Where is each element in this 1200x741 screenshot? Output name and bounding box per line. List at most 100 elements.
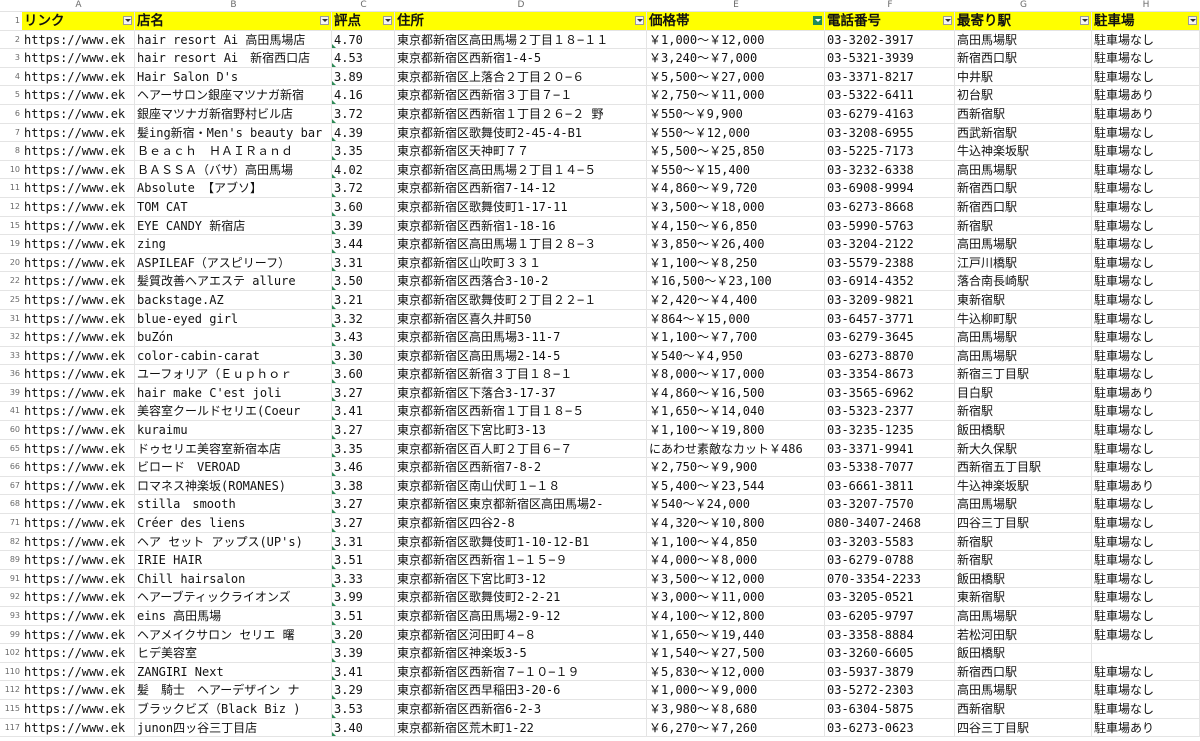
score-cell[interactable]: 4.70 <box>332 30 395 49</box>
station-cell[interactable]: 新宿駅 <box>955 551 1092 569</box>
row-number[interactable]: 31 <box>0 310 22 328</box>
link-cell[interactable]: https://www.ek <box>22 718 135 737</box>
parking-cell[interactable]: 駐車場なし <box>1092 681 1200 699</box>
score-cell[interactable]: 3.31 <box>332 253 395 272</box>
link-cell[interactable]: https://www.ek <box>22 160 135 179</box>
row-number[interactable]: 68 <box>0 495 22 513</box>
parking-cell[interactable]: 駐車場なし <box>1092 346 1200 365</box>
row-number[interactable]: 6 <box>0 105 22 123</box>
address-cell[interactable]: 東京都新宿区西新宿7-8-2 <box>395 458 647 476</box>
name-cell[interactable]: ヘアーブティックライオンズ <box>135 588 332 606</box>
column-header-a[interactable]: A <box>22 0 135 11</box>
station-cell[interactable]: 飯田橋駅 <box>955 421 1092 439</box>
address-cell[interactable]: 東京都新宿区上落合２丁目２０−６ <box>395 67 647 86</box>
phone-cell[interactable]: 03-3207-7570 <box>825 495 955 514</box>
phone-cell[interactable]: 03-3209-9821 <box>825 290 955 309</box>
station-cell[interactable]: 高田馬場駅 <box>955 328 1092 346</box>
score-cell[interactable]: 3.53 <box>332 699 395 718</box>
score-cell[interactable]: 3.41 <box>332 662 395 681</box>
row-number[interactable]: 8 <box>0 142 22 160</box>
link-cell[interactable]: https://www.ek <box>22 383 135 402</box>
price-cell[interactable]: ￥8,000～￥17,000 <box>647 365 825 383</box>
name-cell[interactable]: Absolute 【アブソ】 <box>135 179 332 197</box>
parking-cell[interactable]: 駐車場あり <box>1092 383 1200 402</box>
parking-cell[interactable]: 駐車場なし <box>1092 495 1200 514</box>
row-number[interactable]: 32 <box>0 328 22 346</box>
address-cell[interactable]: 東京都新宿区西新宿6-2-3 <box>395 699 647 718</box>
phone-cell[interactable]: 03-6304-5875 <box>825 699 955 718</box>
address-cell[interactable]: 東京都新宿区南山伏町１−１８ <box>395 476 647 495</box>
price-cell[interactable]: ￥4,860～￥16,500 <box>647 383 825 402</box>
address-cell[interactable]: 東京都新宿区下落合3-17-37 <box>395 383 647 402</box>
row-number[interactable]: 99 <box>0 626 22 644</box>
station-cell[interactable]: 牛込柳町駅 <box>955 309 1092 328</box>
address-cell[interactable]: 東京都新宿区歌舞伎町２丁目２２−１ <box>395 290 647 309</box>
address-cell[interactable]: 東京都新宿区西新宿３丁目７−１ <box>395 86 647 104</box>
name-cell[interactable]: blue-eyed girl <box>135 309 332 328</box>
score-cell[interactable]: 4.39 <box>332 123 395 142</box>
score-cell[interactable]: 3.40 <box>332 718 395 737</box>
phone-cell[interactable]: 03-6273-8668 <box>825 197 955 216</box>
name-cell[interactable]: zing <box>135 235 332 253</box>
station-cell[interactable]: 落合南長崎駅 <box>955 272 1092 290</box>
score-cell[interactable]: 3.44 <box>332 235 395 253</box>
link-cell[interactable]: https://www.ek <box>22 476 135 495</box>
row-number[interactable]: 92 <box>0 588 22 606</box>
filter-dropdown-icon[interactable] <box>635 16 644 25</box>
address-cell[interactable]: 東京都新宿区神楽坂3-5 <box>395 644 647 662</box>
address-cell[interactable]: 東京都新宿区山吹町３３１ <box>395 253 647 272</box>
filter-dropdown-icon[interactable] <box>320 16 329 25</box>
phone-cell[interactable]: 03-5338-7077 <box>825 458 955 476</box>
station-cell[interactable]: 高田馬場駅 <box>955 30 1092 49</box>
score-cell[interactable]: 3.20 <box>332 625 395 644</box>
address-cell[interactable]: 東京都新宿区高田馬場3-11-7 <box>395 328 647 346</box>
station-cell[interactable]: 飯田橋駅 <box>955 644 1092 662</box>
name-cell[interactable]: ヒデ美容室 <box>135 644 332 662</box>
row-number[interactable]: 112 <box>0 681 22 699</box>
phone-cell[interactable]: 03-3203-5583 <box>825 532 955 551</box>
link-cell[interactable]: https://www.ek <box>22 588 135 606</box>
station-cell[interactable]: 新大久保駅 <box>955 439 1092 458</box>
address-cell[interactable]: 東京都新宿区西新宿7-14-12 <box>395 179 647 197</box>
address-cell[interactable]: 東京都新宿区天神町７７ <box>395 142 647 160</box>
price-cell[interactable]: ￥1,650～￥14,040 <box>647 402 825 421</box>
price-cell[interactable]: ￥1,100～￥8,250 <box>647 253 825 272</box>
link-cell[interactable]: https://www.ek <box>22 346 135 365</box>
parking-cell[interactable]: 駐車場なし <box>1092 272 1200 290</box>
row-number[interactable]: 20 <box>0 254 22 272</box>
price-cell[interactable]: ￥1,100～￥19,800 <box>647 421 825 439</box>
link-cell[interactable]: https://www.ek <box>22 532 135 551</box>
name-cell[interactable]: ブラックビズ（Black Biz ) <box>135 699 332 718</box>
phone-cell[interactable]: 03-6205-9797 <box>825 607 955 625</box>
link-cell[interactable]: https://www.ek <box>22 309 135 328</box>
address-cell[interactable]: 東京都新宿区高田馬場２丁目１４−５ <box>395 160 647 179</box>
link-cell[interactable]: https://www.ek <box>22 662 135 681</box>
price-cell[interactable]: ￥550～￥12,000 <box>647 123 825 142</box>
score-cell[interactable]: 3.30 <box>332 346 395 365</box>
parking-cell[interactable]: 駐車場なし <box>1092 365 1200 383</box>
score-cell[interactable]: 3.51 <box>332 607 395 625</box>
parking-cell[interactable]: 駐車場なし <box>1092 625 1200 644</box>
price-cell[interactable]: ￥1,650～￥19,440 <box>647 625 825 644</box>
address-cell[interactable]: 東京都新宿区百人町２丁目６−７ <box>395 439 647 458</box>
row-number[interactable]: 91 <box>0 570 22 588</box>
address-cell[interactable]: 東京都新宿区西新宿１丁目１８−５ <box>395 402 647 421</box>
link-cell[interactable]: https://www.ek <box>22 365 135 383</box>
address-cell[interactable]: 東京都新宿区高田馬場2-14-5 <box>395 346 647 365</box>
station-cell[interactable]: 西武新宿駅 <box>955 123 1092 142</box>
parking-cell[interactable]: 駐車場なし <box>1092 30 1200 49</box>
parking-cell[interactable]: 駐車場なし <box>1092 235 1200 253</box>
link-cell[interactable]: https://www.ek <box>22 104 135 123</box>
parking-cell[interactable]: 駐車場なし <box>1092 309 1200 328</box>
station-cell[interactable]: 新宿三丁目駅 <box>955 365 1092 383</box>
column-header-d[interactable]: D <box>395 0 647 11</box>
address-cell[interactable]: 東京都新宿区下宮比町3-13 <box>395 421 647 439</box>
link-cell[interactable]: https://www.ek <box>22 699 135 718</box>
address-cell[interactable]: 東京都新宿区歌舞伎町2-45-4-B1 <box>395 123 647 142</box>
row-number[interactable]: 5 <box>0 86 22 104</box>
address-cell[interactable]: 東京都新宿区歌舞伎町1-17-11 <box>395 197 647 216</box>
price-cell[interactable]: ￥1,000～￥12,000 <box>647 30 825 49</box>
address-cell[interactable]: 東京都新宿区歌舞伎町2-2-21 <box>395 588 647 606</box>
price-cell[interactable]: ￥3,240～￥7,000 <box>647 49 825 67</box>
score-cell[interactable]: 4.02 <box>332 160 395 179</box>
